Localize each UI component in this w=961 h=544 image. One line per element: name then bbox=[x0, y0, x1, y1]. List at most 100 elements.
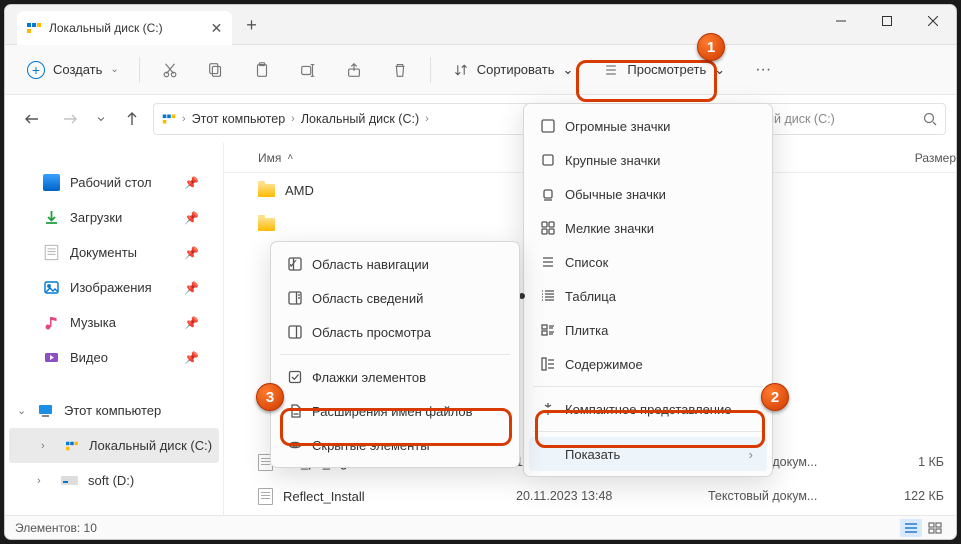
chevron-down-icon: ⌄ bbox=[110, 64, 118, 75]
checkboxes-icon bbox=[286, 368, 304, 386]
menu-table[interactable]: Таблица bbox=[529, 279, 767, 313]
cut-button[interactable] bbox=[150, 53, 190, 87]
menu-normal-icons[interactable]: Обычные значки bbox=[529, 177, 767, 211]
view-button[interactable]: Просмотреть ⌄ bbox=[591, 53, 737, 87]
sidebar-item-videos[interactable]: Видео📌 bbox=[5, 340, 223, 375]
create-button[interactable]: + Создать ⌄ bbox=[17, 53, 129, 87]
status-bar: Элементов: 10 bbox=[5, 515, 956, 539]
sidebar-item-music[interactable]: Музыка📌 bbox=[5, 305, 223, 340]
file-icon bbox=[258, 488, 273, 505]
pin-icon: 📌 bbox=[184, 211, 199, 225]
menu-tiles[interactable]: Плитка bbox=[529, 313, 767, 347]
col-name[interactable]: Имя ˄ bbox=[258, 151, 516, 165]
documents-icon bbox=[43, 244, 60, 261]
menu-list[interactable]: Список bbox=[529, 245, 767, 279]
new-tab-button[interactable]: + bbox=[246, 15, 257, 36]
show-submenu: ✓Область навигации Область сведений Обла… bbox=[270, 241, 520, 468]
folder-icon bbox=[258, 218, 275, 231]
drive-icon bbox=[66, 441, 78, 450]
menu-item-checkboxes[interactable]: Флажки элементов bbox=[276, 360, 514, 394]
sidebar-item-soft[interactable]: ›soft (D:) bbox=[5, 463, 223, 498]
chevron-down-icon[interactable]: ⌄ bbox=[17, 404, 26, 417]
col-size[interactable]: Размер bbox=[896, 151, 956, 165]
sidebar-item-thispc[interactable]: ⌄Этот компьютер bbox=[5, 393, 223, 428]
menu-file-extensions[interactable]: Расширения имен файлов bbox=[276, 394, 514, 428]
window-controls bbox=[818, 5, 956, 37]
drive-icon bbox=[27, 23, 41, 33]
sidebar-item-cdrive[interactable]: ›Локальный диск (C:) bbox=[9, 428, 219, 463]
chevron-right-icon: › bbox=[729, 447, 753, 462]
search-icon bbox=[923, 112, 937, 126]
icons-view-button[interactable] bbox=[924, 519, 946, 537]
pin-icon: 📌 bbox=[184, 176, 199, 190]
menu-preview-pane[interactable]: Область просмотра bbox=[276, 315, 514, 349]
xlarge-icon bbox=[539, 117, 557, 135]
chevron-right-icon[interactable]: › bbox=[37, 475, 41, 487]
videos-icon bbox=[43, 349, 60, 366]
tab-active[interactable]: Локальный диск (C:) ✕ bbox=[17, 11, 232, 45]
back-button[interactable] bbox=[15, 102, 49, 136]
delete-button[interactable] bbox=[380, 53, 420, 87]
menu-compact[interactable]: Компактное представление bbox=[529, 392, 767, 426]
rename-button[interactable] bbox=[288, 53, 328, 87]
pictures-icon bbox=[43, 279, 60, 296]
sidebar-item-pictures[interactable]: Изображения📌 bbox=[5, 270, 223, 305]
previewpane-icon bbox=[286, 323, 304, 341]
paste-button[interactable] bbox=[242, 53, 282, 87]
menu-xlarge-icons[interactable]: Огромные значки bbox=[529, 109, 767, 143]
menu-large-icons[interactable]: Крупные значки bbox=[529, 143, 767, 177]
sidebar-item-downloads[interactable]: Загрузки📌 bbox=[5, 200, 223, 235]
menu-navigation-pane[interactable]: ✓Область навигации bbox=[276, 247, 514, 281]
create-label: Создать bbox=[53, 62, 102, 77]
sort-button[interactable]: Сортировать ⌄ bbox=[441, 53, 586, 87]
view-switcher bbox=[900, 519, 946, 537]
pin-icon: 📌 bbox=[184, 246, 199, 260]
maximize-button[interactable] bbox=[864, 5, 910, 37]
sidebar: Рабочий стол📌 Загрузки📌 Документы📌 Изобр… bbox=[5, 143, 224, 515]
titlebar: Локальный диск (C:) ✕ + bbox=[5, 5, 956, 45]
pin-icon: 📌 bbox=[184, 281, 199, 295]
sort-label: Сортировать bbox=[477, 62, 555, 77]
close-tab-icon[interactable]: ✕ bbox=[211, 20, 223, 37]
detailpane-icon bbox=[286, 289, 304, 307]
chevron-right-icon[interactable]: › bbox=[41, 440, 45, 452]
music-icon bbox=[43, 314, 60, 331]
sidebar-item-documents[interactable]: Документы📌 bbox=[5, 235, 223, 270]
minimize-button[interactable] bbox=[818, 5, 864, 37]
tiles-icon bbox=[539, 321, 557, 339]
list-icon bbox=[539, 253, 557, 271]
search-input[interactable]: ый диск (C:) bbox=[756, 103, 946, 135]
up-button[interactable] bbox=[115, 102, 149, 136]
breadcrumb-cdrive[interactable]: Локальный диск (C:) bbox=[301, 112, 419, 126]
recent-button[interactable] bbox=[91, 102, 111, 136]
search-placeholder: ый диск (C:) bbox=[765, 112, 835, 126]
menu-show[interactable]: Показать› bbox=[529, 437, 767, 471]
downloads-icon bbox=[43, 209, 60, 226]
menu-hidden-items[interactable]: Скрытые элементы bbox=[276, 428, 514, 462]
table-icon bbox=[539, 287, 557, 305]
drive-icon bbox=[163, 115, 176, 124]
share-button[interactable] bbox=[334, 53, 374, 87]
navpane-icon bbox=[286, 255, 304, 273]
extensions-icon bbox=[286, 402, 304, 420]
breadcrumb-thispc[interactable]: Этот компьютер bbox=[192, 112, 285, 126]
copy-button[interactable] bbox=[196, 53, 236, 87]
folder-icon bbox=[258, 184, 275, 197]
more-button[interactable]: ··· bbox=[743, 61, 783, 79]
sidebar-item-desktop[interactable]: Рабочий стол📌 bbox=[5, 165, 223, 200]
table-row[interactable]: Reflect_Install20.11.2023 13:48Текстовый… bbox=[224, 479, 956, 513]
toolbar: + Создать ⌄ Сортировать ⌄ Просмотреть ⌄ … bbox=[5, 45, 956, 95]
menu-contents[interactable]: Содержимое bbox=[529, 347, 767, 381]
contents-icon bbox=[539, 355, 557, 373]
view-menu: Огромные значки Крупные значки Обычные з… bbox=[523, 103, 773, 477]
forward-button[interactable] bbox=[53, 102, 87, 136]
large-icon bbox=[539, 151, 557, 169]
menu-details-pane[interactable]: Область сведений bbox=[276, 281, 514, 315]
menu-small-icons[interactable]: Мелкие значки bbox=[529, 211, 767, 245]
pc-icon bbox=[37, 402, 54, 419]
details-view-button[interactable] bbox=[900, 519, 922, 537]
tab-title: Локальный диск (C:) bbox=[49, 21, 163, 35]
plus-icon: + bbox=[27, 61, 45, 79]
close-button[interactable] bbox=[910, 5, 956, 37]
normal-icon bbox=[539, 185, 557, 203]
